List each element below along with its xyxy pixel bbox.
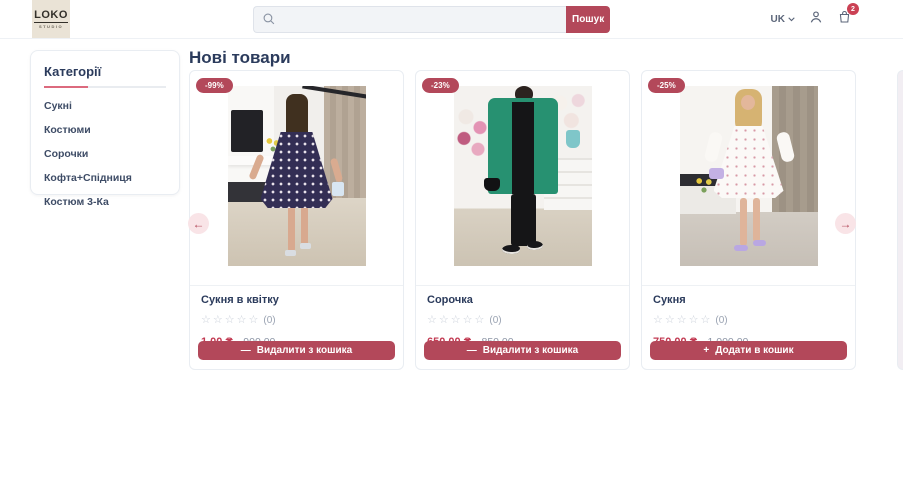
scene-shoe (752, 240, 766, 246)
scene-handbag (708, 168, 724, 179)
product-photo[interactable] (453, 86, 592, 266)
sidebar-item-shirts[interactable]: Сорочки (44, 148, 166, 160)
product-card: -23% Сорочка ☆☆☆☆☆ (0) — Видалити з коши… (415, 70, 630, 370)
chevron-down-icon (788, 14, 795, 25)
star-icon: ☆ (236, 314, 249, 326)
search-button[interactable]: Пошук (566, 6, 610, 33)
scene-face (740, 95, 755, 110)
language-selector[interactable]: UK (771, 14, 795, 25)
scene-handbag (483, 178, 500, 191)
scene-leg (739, 198, 747, 246)
star-icon: ☆ (700, 314, 713, 326)
star-icon: ☆ (653, 314, 665, 326)
scene-wood-panel (323, 86, 366, 198)
product-card: -99% Сукня в квітку ☆☆☆☆☆ (0) — Видалити… (189, 70, 404, 370)
minus-icon: — (240, 345, 251, 356)
add-to-cart-button[interactable]: + Додати в кошик (650, 341, 847, 360)
categories-panel: Категорії Сукні Костюми Сорочки Кофта+Сп… (30, 50, 180, 208)
product-name[interactable]: Сукня (653, 294, 844, 306)
remove-from-cart-button[interactable]: — Видалити з кошика (198, 341, 395, 360)
scene-vase (565, 130, 580, 148)
user-icon (808, 9, 824, 30)
product-carousel: -99% Сукня в квітку ☆☆☆☆☆ (0) — Видалити… (189, 70, 856, 370)
categories-underline (44, 86, 166, 88)
discount-badge: -99% (196, 78, 233, 93)
scene-black-top (511, 102, 534, 194)
language-label: UK (770, 14, 785, 25)
product-name[interactable]: Сукня в квітку (201, 294, 392, 306)
scene-legs (510, 194, 536, 246)
star-icon: ☆ (224, 314, 237, 326)
sidebar-item-dresses[interactable]: Сукні (44, 100, 166, 112)
account-button[interactable] (808, 9, 824, 30)
arrow-right-icon: → (839, 216, 852, 231)
cart-button-label: Додати в кошик (715, 345, 794, 356)
page-title: Нові товари (189, 48, 291, 67)
card-divider (416, 285, 629, 286)
star-icon: ☆ (462, 314, 475, 326)
card-divider (190, 285, 403, 286)
scene-leg (287, 206, 295, 252)
star-icon: ☆ (248, 314, 261, 326)
header-actions: UK 2 (771, 0, 859, 39)
product-card: -25% Сукня ☆☆☆☆☆ (0) + Додати в кошик (641, 70, 856, 370)
star-icon: ☆ (212, 314, 225, 326)
product-photo[interactable] (227, 86, 366, 266)
scene-handbag (331, 182, 344, 196)
scene-leg (752, 198, 760, 242)
product-photo[interactable] (679, 86, 818, 266)
logo-title: LOKO (34, 9, 68, 23)
next-card-peek (897, 70, 903, 370)
minus-icon: — (466, 345, 477, 356)
scene-sleeve (703, 130, 723, 164)
plus-icon: + (703, 345, 710, 356)
sidebar-item-suits[interactable]: Костюми (44, 124, 166, 136)
scene-shoe (501, 245, 520, 254)
logo-subtitle: STUDIO (38, 23, 64, 29)
star-icon: ☆ (450, 314, 463, 326)
arrow-left-icon: ← (192, 216, 205, 231)
discount-badge: -23% (422, 78, 459, 93)
product-name[interactable]: Сорочка (427, 294, 618, 306)
remove-from-cart-button[interactable]: — Видалити з кошика (424, 341, 621, 360)
cart-button-label: Видалити з кошика (482, 345, 579, 356)
discount-badge: -25% (648, 78, 685, 93)
scene-tv (230, 110, 263, 152)
search-icon (262, 12, 276, 31)
cart-count-badge: 2 (847, 3, 859, 15)
star-icon: ☆ (201, 314, 213, 326)
star-icon: ☆ (427, 314, 439, 326)
sidebar-item-suit-3pc[interactable]: Костюм 3-Ка (44, 196, 166, 208)
carousel-next-button[interactable]: → (835, 213, 856, 234)
rating-row: ☆☆☆☆☆ (0) (427, 313, 618, 326)
categories-title: Категорії (44, 64, 102, 79)
rating-count: (0) (263, 315, 276, 326)
star-icon: ☆ (664, 314, 677, 326)
logo[interactable]: LOKO STUDIO (32, 0, 70, 38)
scene-shoe (526, 241, 543, 250)
scene-shoe (284, 250, 296, 256)
rating-row: ☆☆☆☆☆ (0) (653, 313, 844, 326)
cart-button-label: Видалити з кошика (256, 345, 353, 356)
sidebar-item-sweater-skirt[interactable]: Кофта+Спідниця (44, 172, 166, 184)
star-icon: ☆ (438, 314, 451, 326)
star-icon: ☆ (676, 314, 689, 326)
scene-shoe (299, 243, 311, 249)
search-bar: Пошук (253, 6, 610, 33)
rating-row: ☆☆☆☆☆ (0) (201, 313, 392, 326)
search-input[interactable] (253, 6, 566, 33)
rating-count: (0) (715, 315, 728, 326)
scene-flowers (691, 176, 716, 196)
carousel-prev-button[interactable]: ← (188, 213, 209, 234)
card-divider (642, 285, 855, 286)
header: LOKO STUDIO Пошук UK 2 (0, 0, 903, 39)
cart-button[interactable]: 2 (837, 3, 859, 30)
scene-shoe (733, 245, 748, 251)
scene-leg (300, 206, 308, 246)
star-icon: ☆ (474, 314, 487, 326)
star-icon: ☆ (688, 314, 701, 326)
rating-count: (0) (489, 315, 502, 326)
